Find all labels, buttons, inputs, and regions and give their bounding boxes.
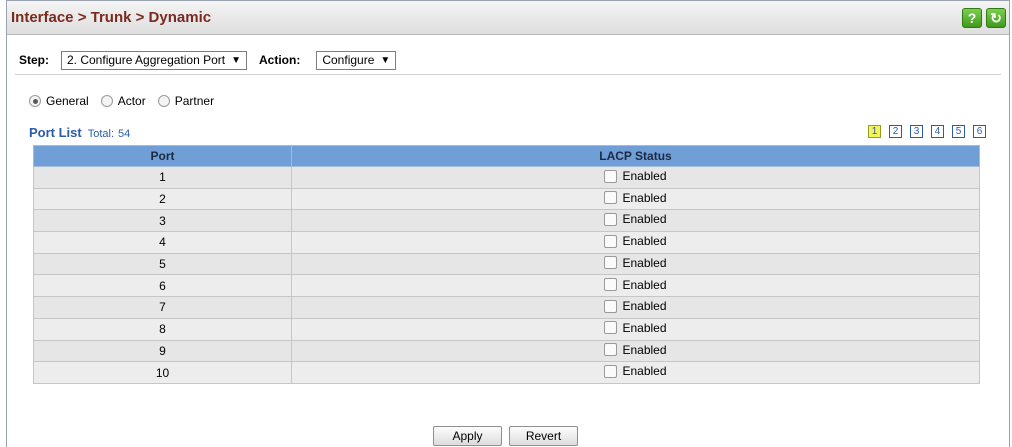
page-link-5[interactable]: 5 xyxy=(952,125,965,138)
step-label: Step: xyxy=(19,53,49,67)
page-link-2[interactable]: 2 xyxy=(889,125,902,138)
radio-general[interactable]: General xyxy=(29,94,89,108)
action-buttons: Apply Revert xyxy=(433,426,578,446)
checkbox-label: Enabled xyxy=(622,277,667,292)
chevron-down-icon: ▼ xyxy=(231,54,242,66)
lacp-status-cell: Enabled xyxy=(291,187,980,211)
port-cell: 6 xyxy=(33,274,292,298)
port-cell: 9 xyxy=(33,339,292,363)
port-list-title: Port List xyxy=(29,125,82,140)
checkbox-label: Enabled xyxy=(622,190,667,205)
lacp-checkbox[interactable] xyxy=(604,343,618,357)
step-row: Step: 2. Configure Aggregation Port ▼ Ac… xyxy=(19,50,397,70)
radio-label: Actor xyxy=(117,94,146,108)
lacp-checkbox[interactable] xyxy=(604,364,618,378)
divider xyxy=(15,74,1001,75)
page-title: Interface > Trunk > Dynamic xyxy=(11,9,212,26)
total-count: 54 xyxy=(118,128,131,140)
checkbox-label: Enabled xyxy=(622,320,667,335)
lacp-status-cell: Enabled xyxy=(291,361,980,384)
port-list-header: Port List Total: 54 xyxy=(29,125,130,140)
pagination: 1 2 3 4 5 6 xyxy=(868,125,994,138)
radio-actor[interactable]: Actor xyxy=(100,94,146,108)
table-row: 5 Enabled xyxy=(33,252,980,276)
lacp-checkbox[interactable] xyxy=(604,256,618,270)
action-select[interactable]: Configure ▼ xyxy=(316,50,397,70)
lacp-status-cell: Enabled xyxy=(291,274,980,298)
port-cell: 5 xyxy=(33,252,292,276)
table-row: 10 Enabled xyxy=(33,361,980,384)
apply-button[interactable]: Apply xyxy=(433,426,502,446)
radio-button[interactable] xyxy=(100,95,113,107)
lacp-checkbox[interactable] xyxy=(604,299,618,313)
page-link-1[interactable]: 1 xyxy=(868,125,881,138)
step-select-value: 2. Configure Aggregation Port xyxy=(67,53,226,67)
lacp-status-cell: Enabled xyxy=(291,339,980,363)
lacp-checkbox[interactable] xyxy=(604,169,618,183)
lacp-status-cell: Enabled xyxy=(291,296,980,319)
lacp-status-cell: Enabled xyxy=(291,231,980,254)
port-cell: 8 xyxy=(33,317,292,341)
page-link-4[interactable]: 4 xyxy=(931,125,944,138)
port-cell: 2 xyxy=(33,187,292,211)
lacp-checkbox[interactable] xyxy=(604,321,618,335)
table-row: 7 Enabled xyxy=(33,296,980,319)
lacp-checkbox[interactable] xyxy=(604,212,618,226)
port-cell: 10 xyxy=(33,361,292,384)
lacp-status-cell: Enabled xyxy=(291,209,980,233)
column-header-lacp-status: LACP Status xyxy=(291,145,980,167)
chevron-down-icon: ▼ xyxy=(380,54,391,66)
checkbox-label: Enabled xyxy=(622,364,667,379)
table-row: 3 Enabled xyxy=(33,209,980,233)
page-link-6[interactable]: 6 xyxy=(973,125,986,138)
lacp-status-cell: Enabled xyxy=(291,166,980,189)
checkbox-label: Enabled xyxy=(622,255,667,270)
refresh-icon[interactable]: ↻ xyxy=(986,8,1006,28)
port-cell: 4 xyxy=(33,231,292,254)
checkbox-label: Enabled xyxy=(622,212,667,227)
checkbox-label: Enabled xyxy=(622,234,667,249)
page-link-3[interactable]: 3 xyxy=(910,125,923,138)
action-select-value: Configure xyxy=(322,53,375,67)
radio-button[interactable] xyxy=(157,95,170,107)
radio-partner[interactable]: Partner xyxy=(157,94,215,108)
checkbox-label: Enabled xyxy=(622,299,667,314)
table-row: 4 Enabled xyxy=(33,231,980,254)
port-cell: 3 xyxy=(33,209,292,233)
table-row: 1 Enabled xyxy=(33,166,980,189)
radio-button[interactable] xyxy=(29,95,41,107)
table-row: 2 Enabled xyxy=(33,187,980,211)
port-cell: 7 xyxy=(33,296,292,319)
lacp-checkbox[interactable] xyxy=(604,278,618,292)
port-cell: 1 xyxy=(33,166,292,189)
lacp-status-cell: Enabled xyxy=(291,252,980,276)
lacp-checkbox[interactable] xyxy=(604,234,618,248)
table-row: 9 Enabled xyxy=(33,339,980,363)
table-header-row: Port LACP Status xyxy=(33,145,980,167)
radio-label: Partner xyxy=(174,94,215,108)
main-frame: Interface > Trunk > Dynamic ? ↻ Step: 2.… xyxy=(6,0,1010,447)
checkbox-label: Enabled xyxy=(622,169,667,184)
table-row: 6 Enabled xyxy=(33,274,980,298)
port-table: Port LACP Status 1 Enabled 2 Enabled 3 E… xyxy=(33,145,980,384)
view-radio-group: General Actor Partner xyxy=(29,94,226,108)
help-icon[interactable]: ? xyxy=(962,8,982,28)
radio-label: General xyxy=(46,94,89,108)
lacp-status-cell: Enabled xyxy=(291,317,980,341)
action-label: Action: xyxy=(259,53,301,67)
column-header-port: Port xyxy=(33,145,292,167)
step-select[interactable]: 2. Configure Aggregation Port ▼ xyxy=(61,50,248,70)
table-row: 8 Enabled xyxy=(33,317,980,341)
total-label: Total: xyxy=(87,128,115,140)
checkbox-label: Enabled xyxy=(622,342,667,357)
revert-button[interactable]: Revert xyxy=(509,426,578,446)
title-bar: Interface > Trunk > Dynamic ? ↻ xyxy=(7,1,1009,35)
lacp-checkbox[interactable] xyxy=(604,191,618,205)
